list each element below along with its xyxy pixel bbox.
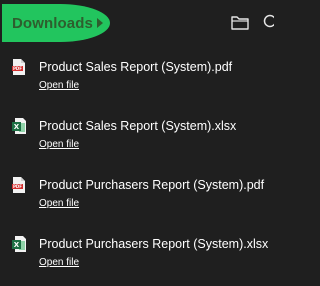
download-file-name[interactable]: Product Purchasers Report (System).pdf [39, 178, 264, 192]
search-downloads-button[interactable] [262, 13, 274, 31]
open-file-link[interactable]: Open file [39, 80, 79, 91]
pdf-file-icon: PDF [12, 177, 25, 193]
downloads-panel: Downloads PDF Product Sales Report (Syst… [0, 0, 274, 286]
download-file-name[interactable]: Product Sales Report (System).pdf [39, 60, 232, 74]
download-item[interactable]: PDF Product Purchasers Report (System).p… [0, 166, 274, 222]
download-file-name[interactable]: Product Purchasers Report (System).xlsx [39, 237, 268, 251]
svg-text:X: X [14, 241, 20, 249]
excel-file-icon: X [12, 118, 26, 134]
folder-icon [231, 16, 249, 30]
open-file-link[interactable]: Open file [39, 257, 79, 268]
title-arrow-icon [97, 18, 103, 28]
download-file-name[interactable]: Product Sales Report (System).xlsx [39, 119, 236, 133]
pdf-file-icon: PDF [12, 59, 25, 75]
downloads-header: Downloads [0, 0, 274, 48]
excel-file-icon: X [12, 236, 26, 252]
open-downloads-folder-button[interactable] [230, 14, 250, 32]
downloads-title: Downloads [12, 15, 93, 32]
svg-text:X: X [14, 123, 20, 131]
open-file-link[interactable]: Open file [39, 198, 79, 209]
svg-text:PDF: PDF [13, 184, 22, 189]
open-file-link[interactable]: Open file [39, 139, 79, 150]
svg-text:PDF: PDF [13, 66, 22, 71]
search-icon [263, 14, 274, 28]
download-item[interactable]: X Product Purchasers Report (System).xls… [0, 225, 274, 281]
download-item[interactable]: X Product Sales Report (System).xlsx Ope… [0, 107, 274, 163]
download-item[interactable]: PDF Product Sales Report (System).pdf Op… [0, 48, 274, 104]
